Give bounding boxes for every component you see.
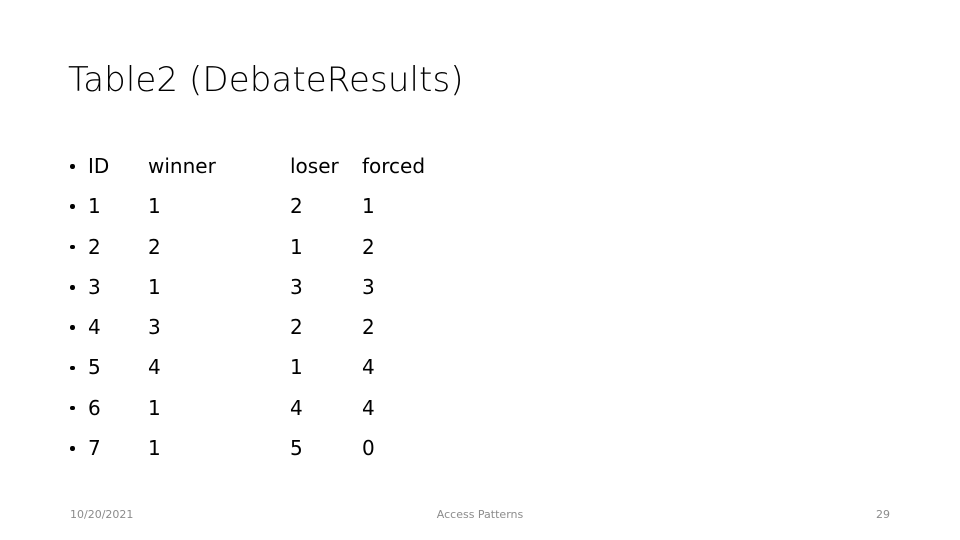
cell-forced: 2 (362, 234, 375, 259)
cell-id: 6 (88, 395, 101, 420)
table-row: 2 2 1 2 (70, 227, 870, 267)
cell-winner: 1 (148, 194, 161, 219)
cell-winner: 2 (148, 234, 161, 259)
page-title: Table2 (DebateResults) (68, 60, 464, 100)
cell-loser: 2 (290, 315, 303, 340)
cell-id: 4 (88, 315, 101, 340)
table-row: 4 3 2 2 (70, 307, 870, 347)
table-row: 1 1 2 1 (70, 186, 870, 226)
cell-loser: 4 (290, 395, 303, 420)
bullet-icon (70, 204, 75, 209)
cell-id: 5 (88, 355, 101, 380)
cell-forced: 2 (362, 315, 375, 340)
cell-id: 1 (88, 194, 101, 219)
bullet-icon (70, 164, 75, 169)
column-header-id: ID (88, 154, 110, 178)
cell-forced: 1 (362, 194, 375, 219)
column-header-winner: winner (148, 154, 216, 178)
column-header-forced: forced (362, 154, 426, 178)
cell-forced: 4 (362, 395, 375, 420)
table-row: 6 1 4 4 (70, 388, 870, 428)
bullet-icon (70, 446, 75, 451)
table-header-row: ID winner loser forced (70, 146, 870, 186)
bullet-icon (70, 405, 75, 411)
cell-winner: 1 (148, 436, 161, 461)
slide-number: 29 (876, 508, 890, 521)
bullet-icon (70, 285, 75, 290)
column-header-loser: loser (290, 154, 339, 178)
cell-id: 7 (88, 436, 101, 461)
cell-loser: 5 (290, 436, 303, 461)
cell-id: 3 (88, 274, 101, 299)
cell-winner: 1 (148, 274, 161, 299)
cell-id: 2 (88, 234, 101, 259)
bullet-icon (70, 325, 75, 330)
table-row: 7 1 5 0 (70, 428, 870, 468)
cell-winner: 4 (148, 355, 161, 380)
cell-winner: 1 (148, 395, 161, 420)
table-row: 5 4 1 4 (70, 347, 870, 387)
cell-loser: 3 (290, 274, 303, 299)
cell-winner: 3 (148, 315, 161, 340)
cell-forced: 4 (362, 355, 375, 380)
bullet-icon (70, 244, 75, 250)
cell-loser: 1 (290, 234, 303, 259)
cell-forced: 0 (362, 436, 375, 461)
cell-loser: 1 (290, 355, 303, 380)
bulleted-table-list: ID winner loser forced 1 1 2 1 2 2 1 2 3… (70, 146, 870, 468)
cell-loser: 2 (290, 194, 303, 219)
bullet-icon (70, 365, 75, 371)
slide-canvas: Table2 (DebateResults) ID winner loser f… (0, 0, 960, 540)
cell-forced: 3 (362, 274, 375, 299)
table-row: 3 1 3 3 (70, 267, 870, 307)
